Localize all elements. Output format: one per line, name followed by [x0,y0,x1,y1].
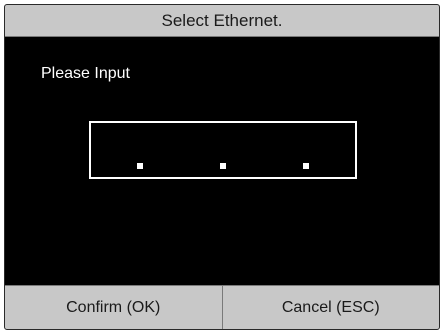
dialog-title: Select Ethernet. [5,5,439,37]
device-screen: Select Ethernet. Please Input Confirm (O… [4,4,440,330]
confirm-button[interactable]: Confirm (OK) [5,286,223,329]
dialog-content: Please Input [5,37,439,285]
ip-separator-dot [220,163,226,169]
ip-separator-dot [303,163,309,169]
soft-key-bar: Confirm (OK) Cancel (ESC) [5,285,439,329]
ip-separator-dot [137,163,143,169]
prompt-label: Please Input [41,65,130,82]
cancel-button[interactable]: Cancel (ESC) [223,286,440,329]
ip-address-input[interactable] [89,121,357,179]
